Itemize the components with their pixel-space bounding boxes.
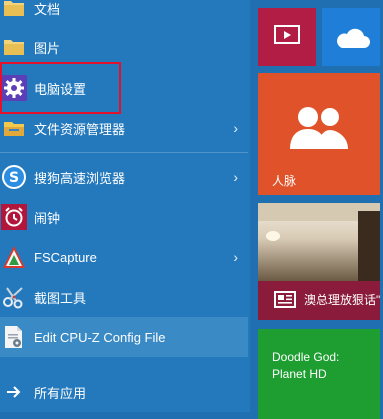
chevron-right-icon[interactable]: ›	[233, 249, 238, 265]
menu-item-label: 文档	[34, 1, 61, 17]
tile-label: 澳总理放狠话"	[304, 293, 380, 307]
document-gear-icon	[1, 324, 27, 350]
tile-doodle-god[interactable]: Doodle God: Planet HD	[258, 329, 380, 419]
tile-video[interactable]	[258, 8, 316, 66]
menu-item-label: 闹钟	[34, 210, 61, 226]
menu-item-sogou-browser[interactable]: S 搜狗高速浏览器 ›	[0, 157, 248, 197]
all-apps-button[interactable]: 所有应用	[0, 372, 248, 412]
folder-icon	[1, 34, 27, 60]
chevron-right-icon[interactable]: ›	[233, 169, 238, 185]
menu-item-alarm-clock[interactable]: 闹钟	[0, 197, 248, 237]
menu-item-label: FSCapture	[34, 249, 97, 265]
menu-item-label: 图片	[34, 40, 61, 56]
chevron-right-icon[interactable]: ›	[233, 120, 238, 136]
video-icon	[274, 25, 300, 52]
people-icon	[288, 103, 350, 158]
menu-item-pictures[interactable]: 图片	[0, 27, 248, 67]
cloud-icon	[332, 26, 370, 55]
menu-item-snipping-tool[interactable]: 截图工具	[0, 277, 248, 317]
menu-item-label: Edit CPU-Z Config File	[34, 329, 166, 345]
tile-news[interactable]: 澳总理放狠话"	[258, 203, 380, 320]
menu-item-label: 搜狗高速浏览器	[34, 170, 126, 186]
sogou-browser-icon: S	[1, 164, 27, 190]
file-explorer-icon	[1, 115, 27, 141]
tiles-panel: 人脉 澳总理放狠话" Doodle God: Planet HD	[250, 0, 383, 419]
menu-item-fscapture[interactable]: FSCapture ›	[0, 237, 248, 277]
tile-people[interactable]: 人脉	[258, 73, 380, 195]
tile-label: Doodle God:	[272, 350, 340, 364]
all-apps-label: 所有应用	[34, 385, 87, 401]
arrow-right-icon	[1, 379, 27, 405]
annotation-highlight-box	[0, 62, 121, 114]
alarm-clock-icon	[1, 204, 27, 230]
tile-onedrive[interactable]	[322, 8, 380, 66]
tile-label: 人脉	[272, 174, 297, 188]
menu-item-label: 文件资源管理器	[34, 121, 126, 137]
tile-label: Planet HD	[272, 367, 327, 381]
folder-icon	[1, 0, 27, 21]
svg-text:S: S	[9, 170, 19, 186]
menu-item-label: 截图工具	[34, 290, 87, 306]
news-icon	[274, 291, 296, 314]
news-photo-detail	[266, 231, 280, 241]
menu-item-documents[interactable]: 文档	[0, 0, 248, 28]
divider	[0, 152, 248, 153]
scissors-icon	[1, 284, 27, 310]
menu-item-file-explorer[interactable]: 文件资源管理器 ›	[0, 108, 248, 148]
menu-item-edit-cpuz-config[interactable]: Edit CPU-Z Config File	[0, 317, 248, 357]
news-photo-detail	[358, 211, 380, 281]
start-menu-left-panel: 文档 图片 电脑设置 文件资源管理器 › S 搜狗高速浏览器 › 闹钟 FSCa…	[0, 0, 250, 412]
fscapture-icon	[1, 244, 27, 270]
